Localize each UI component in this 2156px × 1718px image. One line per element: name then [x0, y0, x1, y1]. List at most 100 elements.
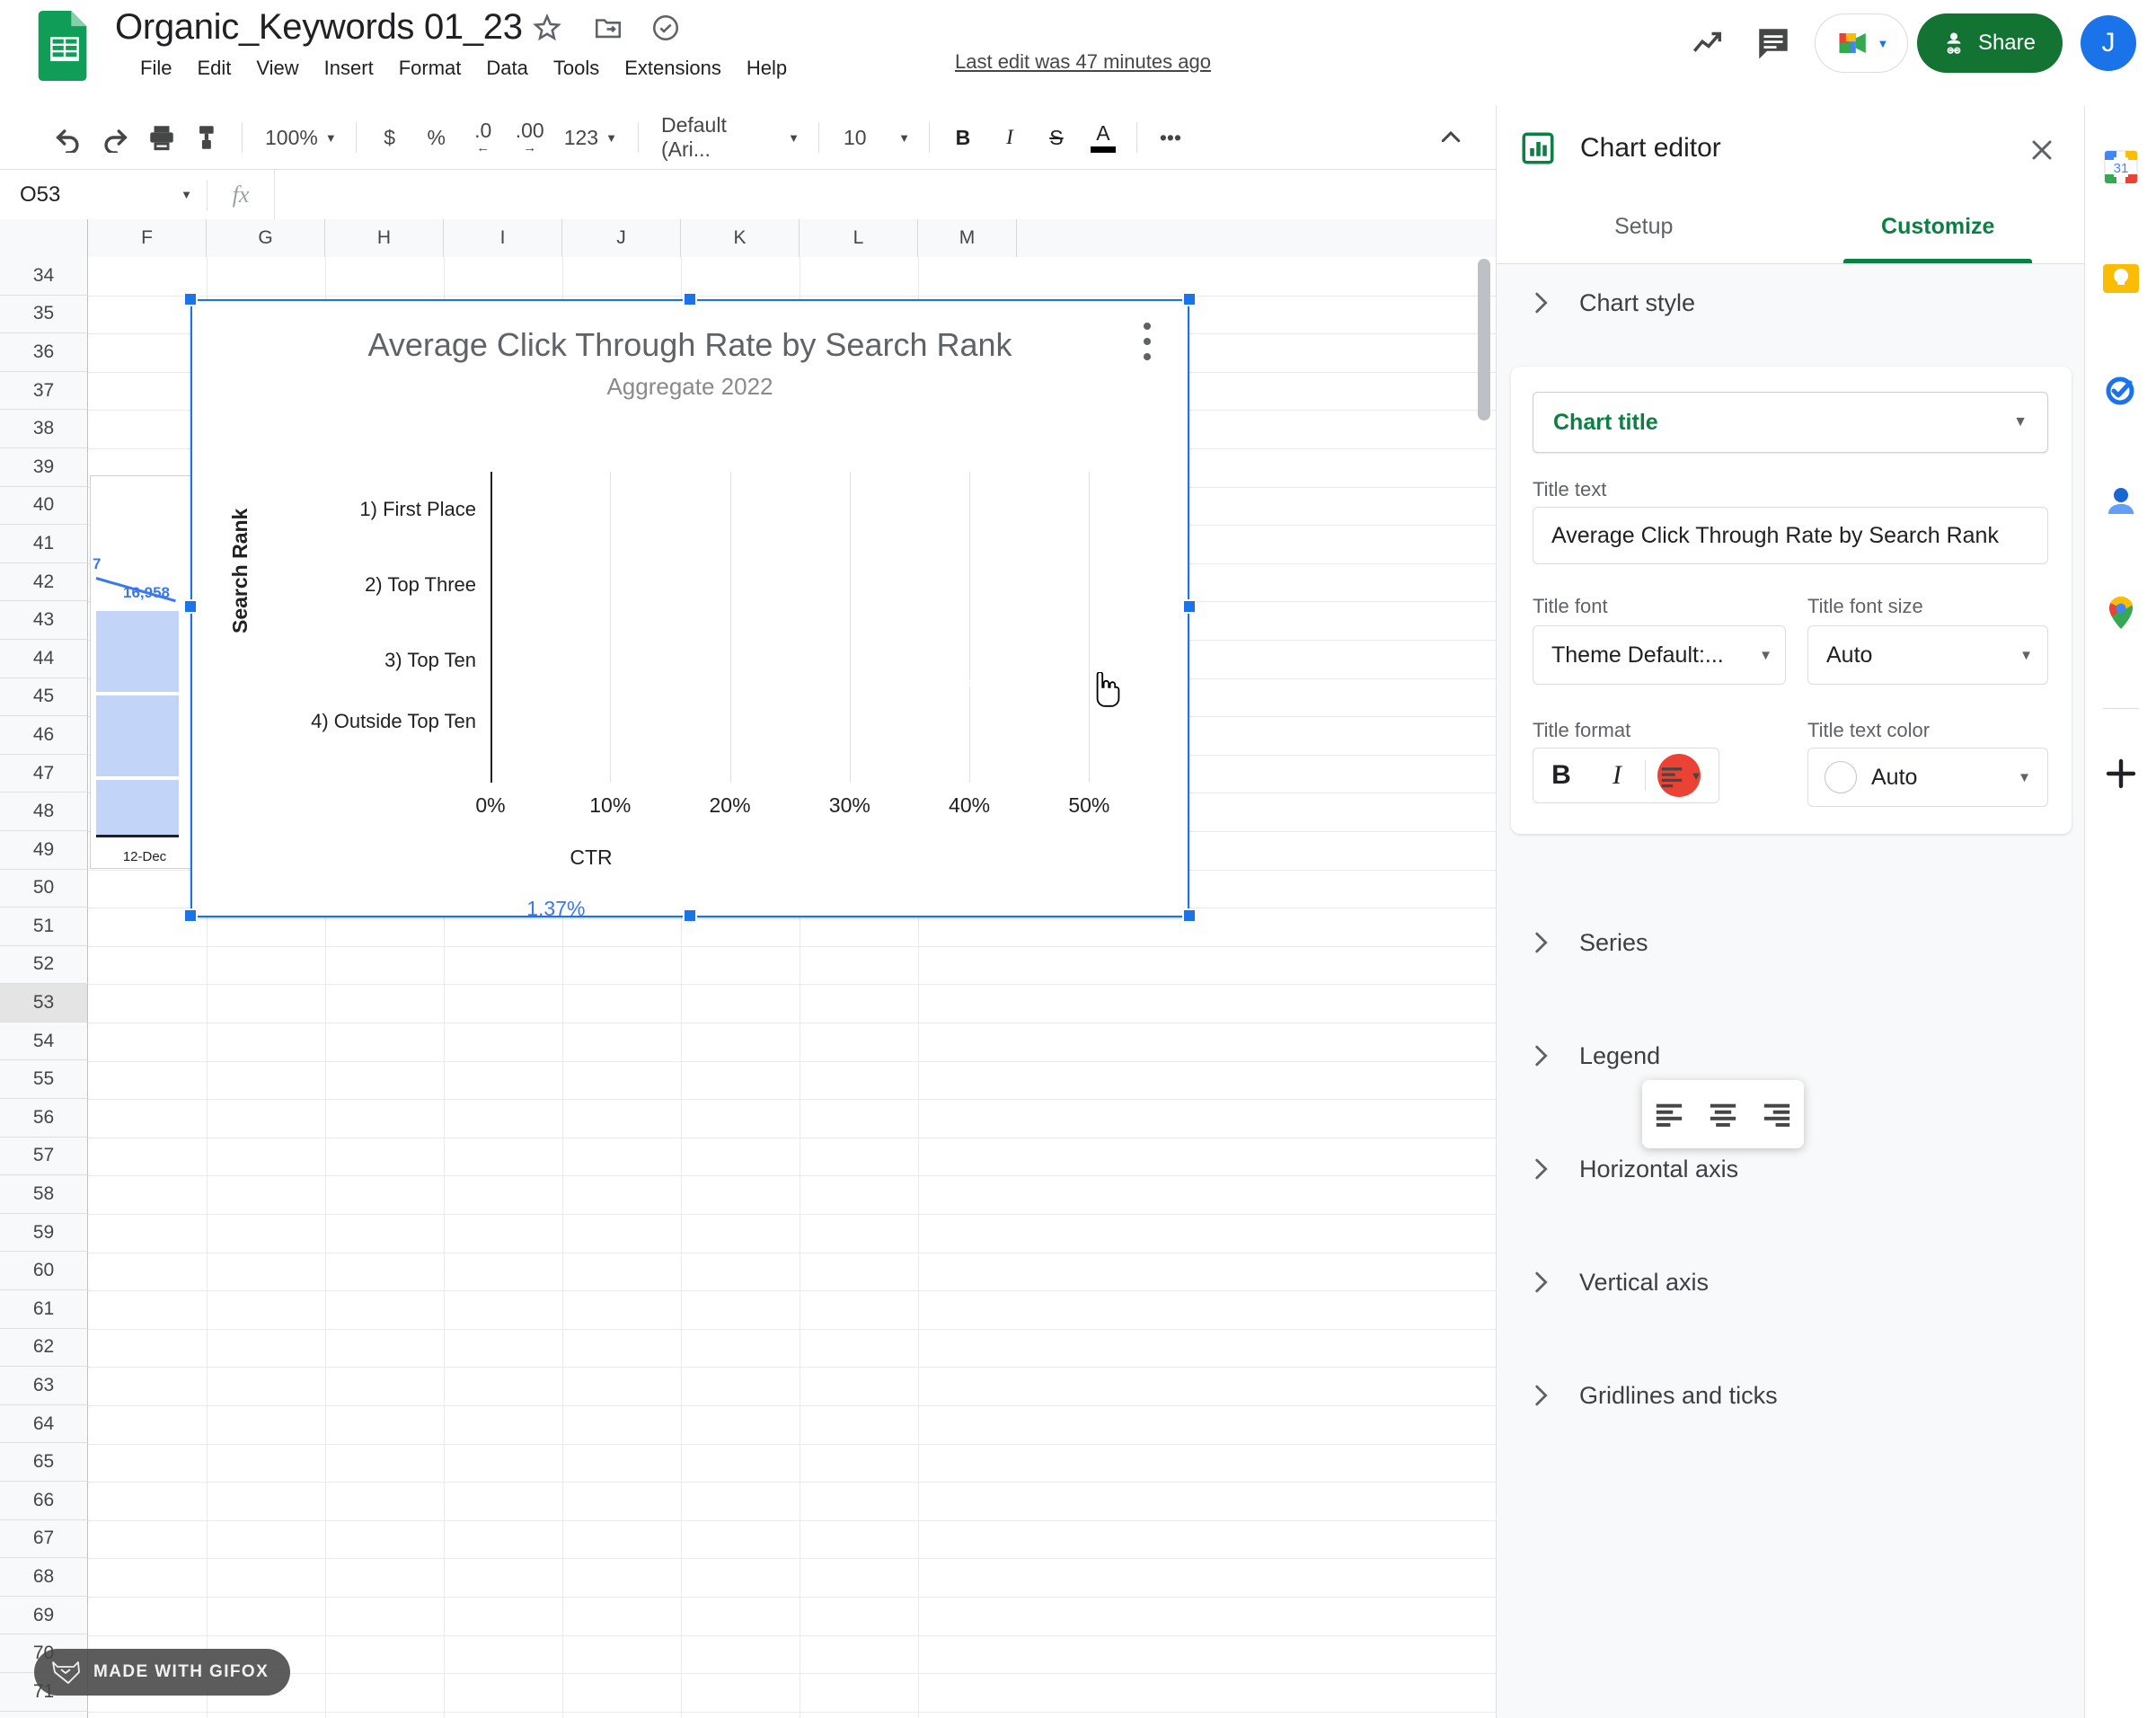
- activity-trend-button[interactable]: [1676, 11, 1741, 75]
- font-family-select[interactable]: Default (Ari... ▼: [649, 113, 808, 161]
- row-header-64[interactable]: 64: [0, 1404, 88, 1444]
- star-icon[interactable]: [532, 13, 562, 43]
- section-gridlines-ticks[interactable]: Gridlines and ticks: [1497, 1360, 2085, 1430]
- column-header-l[interactable]: L: [800, 219, 918, 257]
- more-tools-button[interactable]: •••: [1147, 114, 1194, 161]
- row-header-35[interactable]: 35: [0, 295, 88, 334]
- menu-item-view[interactable]: View: [243, 51, 311, 85]
- vertical-scrollbar[interactable]: [1478, 259, 1490, 1714]
- resize-handle-se[interactable]: [1182, 908, 1197, 923]
- row-header-54[interactable]: 54: [0, 1022, 88, 1061]
- chart-object[interactable]: Average Click Through Rate by Search Ran…: [183, 292, 1197, 923]
- column-header-j[interactable]: J: [562, 219, 681, 257]
- row-header-34[interactable]: 34: [0, 257, 88, 296]
- resize-handle-w[interactable]: [183, 599, 198, 614]
- row-header-59[interactable]: 59: [0, 1213, 88, 1253]
- select-all-corner[interactable]: [0, 219, 88, 257]
- title-text-input[interactable]: Average Click Through Rate by Search Ran…: [1533, 507, 2048, 564]
- row-header-46[interactable]: 46: [0, 716, 88, 755]
- menu-item-file[interactable]: File: [128, 51, 184, 85]
- row-header-65[interactable]: 65: [0, 1443, 88, 1482]
- resize-handle-s[interactable]: [683, 908, 697, 923]
- row-header-62[interactable]: 62: [0, 1328, 88, 1368]
- row-header-42[interactable]: 42: [0, 562, 88, 602]
- column-header-h[interactable]: H: [325, 219, 444, 257]
- row-header-40[interactable]: 40: [0, 486, 88, 526]
- column-header-f[interactable]: F: [88, 219, 207, 257]
- row-header-52[interactable]: 52: [0, 945, 88, 985]
- undo-button[interactable]: [45, 114, 92, 161]
- add-addon-icon[interactable]: [2099, 752, 2143, 795]
- row-header-56[interactable]: 56: [0, 1099, 88, 1138]
- sheets-logo-icon[interactable]: [38, 11, 92, 81]
- row-header-69[interactable]: 69: [0, 1596, 88, 1635]
- print-button[interactable]: [138, 114, 185, 161]
- row-header-58[interactable]: 58: [0, 1175, 88, 1214]
- font-size-select[interactable]: 10 ▼: [829, 114, 919, 161]
- resize-handle-ne[interactable]: [1182, 292, 1197, 306]
- menu-item-help[interactable]: Help: [734, 51, 800, 85]
- row-header-39[interactable]: 39: [0, 447, 88, 487]
- decrease-decimal-button[interactable]: .0 ←: [460, 114, 507, 161]
- close-icon[interactable]: [2022, 130, 2062, 170]
- section-vertical-axis[interactable]: Vertical axis: [1497, 1247, 2085, 1317]
- move-to-folder-icon[interactable]: [593, 13, 623, 43]
- chart-bar[interactable]: [490, 715, 507, 757]
- row-header-50[interactable]: 50: [0, 869, 88, 908]
- formula-input[interactable]: [274, 169, 1496, 220]
- row-header-48[interactable]: 48: [0, 793, 88, 831]
- menu-item-edit[interactable]: Edit: [184, 51, 243, 85]
- title-italic-button[interactable]: I: [1589, 749, 1645, 801]
- row-header-51[interactable]: 51: [0, 908, 88, 946]
- column-header-i[interactable]: I: [444, 219, 562, 257]
- resize-handle-nw[interactable]: [183, 292, 198, 306]
- row-header-38[interactable]: 38: [0, 410, 88, 448]
- percent-format-button[interactable]: %: [413, 114, 460, 161]
- title-text-color-select[interactable]: Auto ▼: [1807, 748, 2048, 807]
- tab-customize[interactable]: Customize: [1791, 190, 2086, 263]
- menu-item-extensions[interactable]: Extensions: [612, 51, 734, 85]
- cloud-saved-icon[interactable]: [650, 13, 681, 43]
- comment-button[interactable]: [1741, 11, 1806, 75]
- menu-item-tools[interactable]: Tools: [541, 51, 612, 85]
- row-header-53[interactable]: 53: [0, 984, 88, 1023]
- google-meet-button[interactable]: ▼: [1814, 13, 1908, 73]
- currency-format-button[interactable]: $: [367, 114, 413, 161]
- number-format-select[interactable]: 123 ▼: [553, 114, 628, 161]
- last-edit-link[interactable]: Last edit was 47 minutes ago: [955, 50, 1211, 74]
- name-box[interactable]: O53 ▼: [0, 170, 207, 220]
- column-header-g[interactable]: G: [207, 219, 325, 257]
- bold-button[interactable]: B: [940, 114, 986, 161]
- text-color-button[interactable]: A: [1080, 114, 1127, 161]
- row-header-43[interactable]: 43: [0, 601, 88, 640]
- italic-button[interactable]: I: [986, 114, 1033, 161]
- redo-button[interactable]: [92, 114, 138, 161]
- menu-item-format[interactable]: Format: [386, 51, 474, 85]
- row-header-37[interactable]: 37: [0, 371, 88, 411]
- menu-item-data[interactable]: Data: [473, 51, 540, 85]
- section-series[interactable]: Series: [1497, 908, 2085, 978]
- row-header-41[interactable]: 41: [0, 525, 88, 563]
- document-title[interactable]: Organic_Keywords 01_23: [115, 7, 523, 48]
- google-contacts-icon[interactable]: [2099, 480, 2143, 523]
- title-align-button[interactable]: ▼: [1646, 749, 1712, 801]
- resize-handle-e[interactable]: [1182, 599, 1197, 614]
- title-font-select[interactable]: Theme Default:... ▼: [1533, 625, 1786, 685]
- tab-setup[interactable]: Setup: [1497, 190, 1791, 263]
- collapse-toolbar-button[interactable]: [1427, 114, 1474, 161]
- background-chart[interactable]: 7 16,958 12-Dec: [90, 475, 198, 869]
- row-header-36[interactable]: 36: [0, 333, 88, 372]
- row-header-60[interactable]: 60: [0, 1252, 88, 1291]
- google-calendar-icon[interactable]: 31: [2099, 146, 2143, 189]
- resize-handle-sw[interactable]: [183, 908, 198, 923]
- increase-decimal-button[interactable]: .00 →: [507, 114, 553, 161]
- avatar[interactable]: J: [2081, 15, 2136, 71]
- share-button[interactable]: Share: [1916, 13, 2063, 73]
- section-chart-style[interactable]: Chart style: [1497, 268, 2085, 338]
- column-header-k[interactable]: K: [681, 219, 800, 257]
- row-header-49[interactable]: 49: [0, 830, 88, 870]
- vertical-scrollbar-thumb[interactable]: [1478, 259, 1490, 421]
- title-bold-button[interactable]: B: [1533, 749, 1589, 801]
- row-header-67[interactable]: 67: [0, 1519, 88, 1559]
- row-header-45[interactable]: 45: [0, 677, 88, 717]
